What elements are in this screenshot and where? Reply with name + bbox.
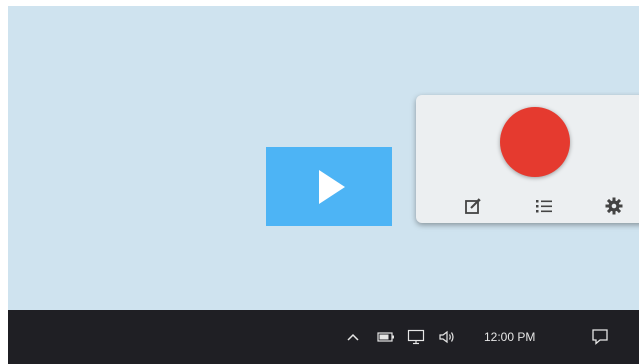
taskbar: 12:00 PM bbox=[8, 310, 639, 364]
list-icon bbox=[536, 200, 552, 213]
volume-control[interactable] bbox=[436, 326, 458, 348]
edit-button[interactable] bbox=[462, 195, 484, 217]
battery-icon bbox=[377, 332, 394, 342]
action-center-button[interactable] bbox=[589, 326, 611, 348]
desktop bbox=[8, 6, 639, 310]
play-video-button[interactable] bbox=[266, 147, 392, 226]
screen-recorder-panel bbox=[416, 95, 639, 223]
gear-icon bbox=[605, 197, 623, 215]
network-icon bbox=[407, 329, 425, 345]
chevron-up-icon bbox=[347, 333, 359, 341]
battery-status[interactable] bbox=[375, 326, 397, 348]
list-button[interactable] bbox=[533, 195, 555, 217]
network-status[interactable] bbox=[405, 326, 427, 348]
play-icon bbox=[319, 169, 345, 204]
edit-icon bbox=[465, 198, 481, 214]
clock-time: 12:00 PM bbox=[484, 330, 536, 344]
clock[interactable]: 12:00 PM bbox=[484, 326, 564, 348]
record-button[interactable] bbox=[500, 107, 570, 177]
volume-icon bbox=[439, 330, 454, 344]
screen: 12:00 PM bbox=[0, 0, 639, 364]
show-hidden-icons-button[interactable] bbox=[344, 326, 362, 348]
action-center-icon bbox=[592, 329, 608, 345]
settings-button[interactable] bbox=[603, 195, 625, 217]
